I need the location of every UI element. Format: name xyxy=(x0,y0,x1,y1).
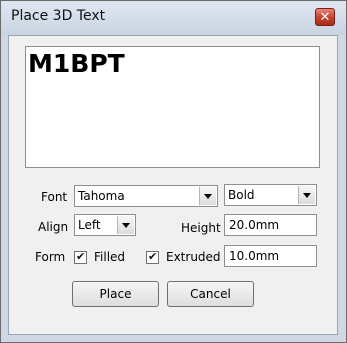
preview-text: M1BPT xyxy=(28,49,125,78)
height-value: 20.0mm xyxy=(229,218,280,232)
place-button-label: Place xyxy=(99,287,132,301)
close-icon: ✕ xyxy=(319,10,331,25)
height-label: Height xyxy=(181,221,221,235)
font-style-value: Bold xyxy=(228,188,255,202)
close-button[interactable]: ✕ xyxy=(315,8,335,26)
chevron-down-icon[interactable] xyxy=(199,187,216,205)
dialog-body: M1BPT Font Tahoma Bold Align Left Height… xyxy=(8,35,338,335)
font-style-select[interactable]: Bold xyxy=(224,184,317,206)
chevron-down-icon[interactable] xyxy=(117,216,134,234)
align-select[interactable]: Left xyxy=(74,214,136,236)
font-label: Font xyxy=(41,190,68,204)
text-preview-box[interactable]: M1BPT xyxy=(25,46,320,168)
extrude-depth-input[interactable]: 10.0mm xyxy=(224,245,317,267)
font-family-select[interactable]: Tahoma xyxy=(74,185,218,207)
align-value: Left xyxy=(78,218,101,232)
align-label: Align xyxy=(38,220,69,234)
height-input[interactable]: 20.0mm xyxy=(224,214,317,236)
font-family-value: Tahoma xyxy=(78,189,125,203)
filled-checkbox[interactable] xyxy=(74,250,87,264)
extruded-label[interactable]: Extruded xyxy=(166,250,221,264)
chevron-down-icon[interactable] xyxy=(298,186,315,204)
form-label: Form xyxy=(35,250,66,264)
extrude-depth-value: 10.0mm xyxy=(229,249,280,263)
cancel-button-label: Cancel xyxy=(190,287,231,301)
place-3d-text-dialog: Place 3D Text ✕ M1BPT Font Tahoma Bold A… xyxy=(0,0,347,343)
place-button[interactable]: Place xyxy=(72,281,159,307)
title-bar[interactable]: Place 3D Text ✕ xyxy=(1,1,346,35)
filled-label[interactable]: Filled xyxy=(94,250,125,264)
extruded-checkbox[interactable] xyxy=(146,250,159,264)
dialog-title: Place 3D Text xyxy=(11,8,106,24)
cancel-button[interactable]: Cancel xyxy=(167,281,254,307)
